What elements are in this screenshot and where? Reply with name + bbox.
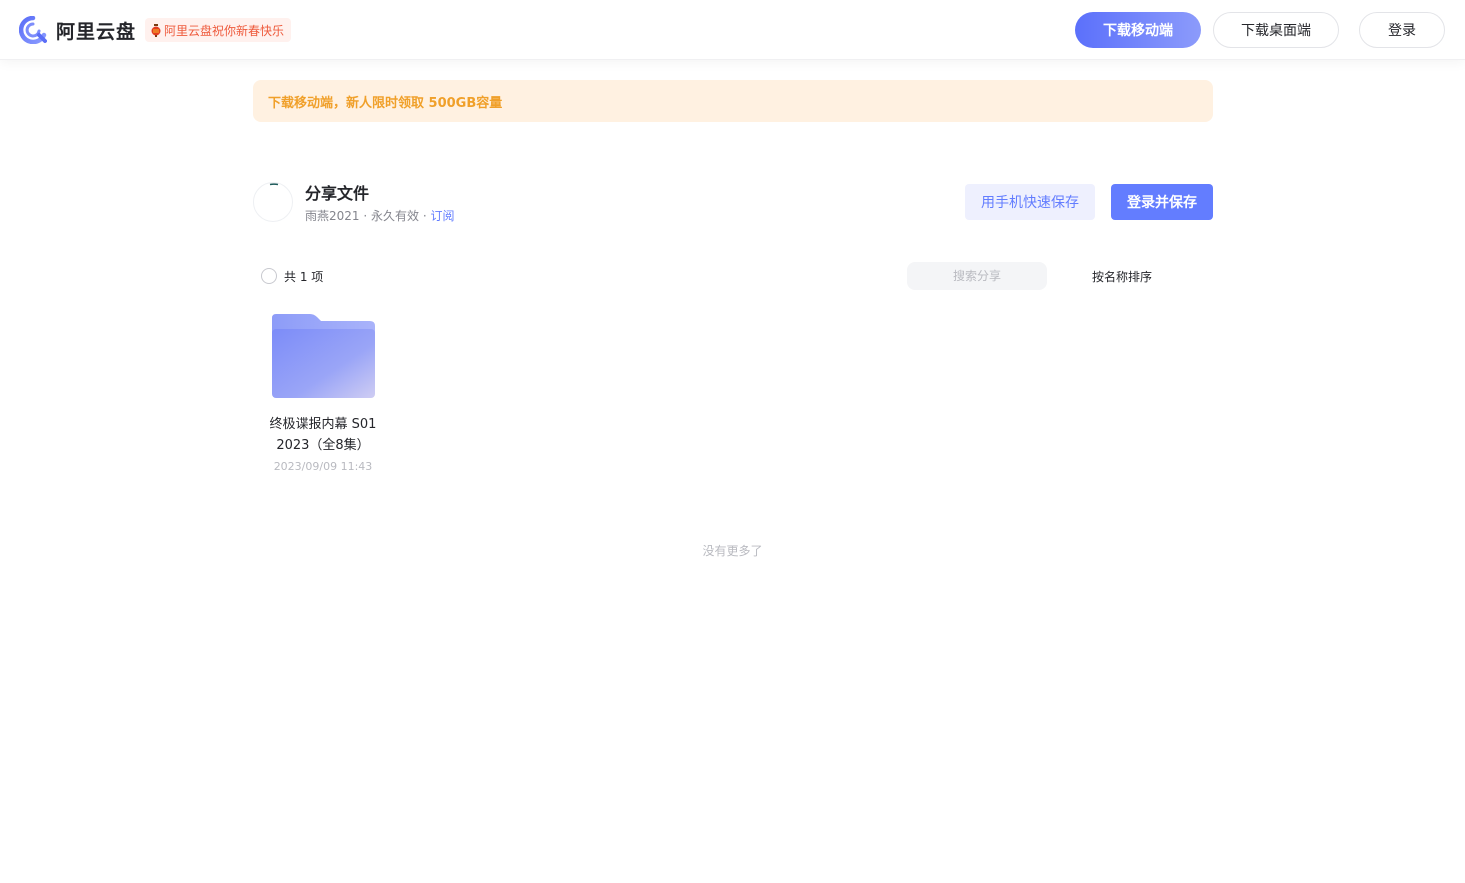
file-name-line-1: 终极谍报内幕 S01 — [269, 417, 377, 432]
save-with-phone-button[interactable]: 用手机快速保存 — [965, 184, 1095, 220]
avatar — [253, 182, 293, 222]
download-desktop-button[interactable]: 下载桌面端 — [1213, 12, 1339, 48]
logo-text: 阿里云盘 — [56, 20, 137, 43]
share-validity: 永久有效 — [371, 209, 420, 223]
share-meta: 雨燕2021 · 永久有效 · 订阅 — [305, 207, 454, 224]
share-title: 分享文件 — [305, 184, 370, 203]
login-and-save-button[interactable]: 登录并保存 — [1111, 184, 1213, 220]
file-name-line-2: 2023（全8集） — [276, 438, 370, 453]
login-button[interactable]: 登录 — [1359, 12, 1445, 48]
file-item[interactable]: 终极谍报内幕 S01 2023（全8集） 2023/09/09 11:43 — [258, 306, 388, 480]
folder-icon — [272, 314, 375, 398]
promo-banner[interactable]: 下载移动端，新人限时领取 500GB容量 — [253, 80, 1213, 122]
meta-separator: · — [419, 209, 431, 223]
no-more-text: 没有更多了 — [702, 544, 763, 558]
sort-by-name-button[interactable]: 按名称排序 — [1092, 268, 1152, 285]
promo-text: 阿里云盘祝你新春快乐 — [164, 23, 285, 38]
promo-banner-text: 下载移动端，新人限时领取 500GB容量 — [268, 95, 503, 111]
file-date: 2023/09/09 11:43 — [273, 460, 373, 473]
search-share-input[interactable] — [907, 262, 1047, 290]
subscribe-link[interactable]: 订阅 — [430, 209, 454, 223]
lantern-icon — [151, 23, 161, 37]
item-count: 共 1 项 — [284, 270, 324, 284]
file-name: 终极谍报内幕 S01 2023（全8集） — [258, 414, 388, 456]
avatar-loading-arc-icon — [269, 183, 279, 186]
share-owner: 雨燕2021 — [305, 209, 360, 223]
download-mobile-button[interactable]: 下载移动端 — [1075, 12, 1201, 48]
top-header: 阿里云盘 阿里云盘祝你新春快乐 下载移动端 下载桌面端 登录 — [0, 0, 1465, 60]
new-year-promo-badge[interactable]: 阿里云盘祝你新春快乐 — [145, 18, 292, 42]
select-all-checkbox[interactable] — [261, 268, 277, 284]
logo[interactable]: 阿里云盘 — [19, 16, 136, 44]
aliyun-drive-logo-icon — [19, 16, 47, 44]
meta-separator: · — [359, 209, 371, 223]
